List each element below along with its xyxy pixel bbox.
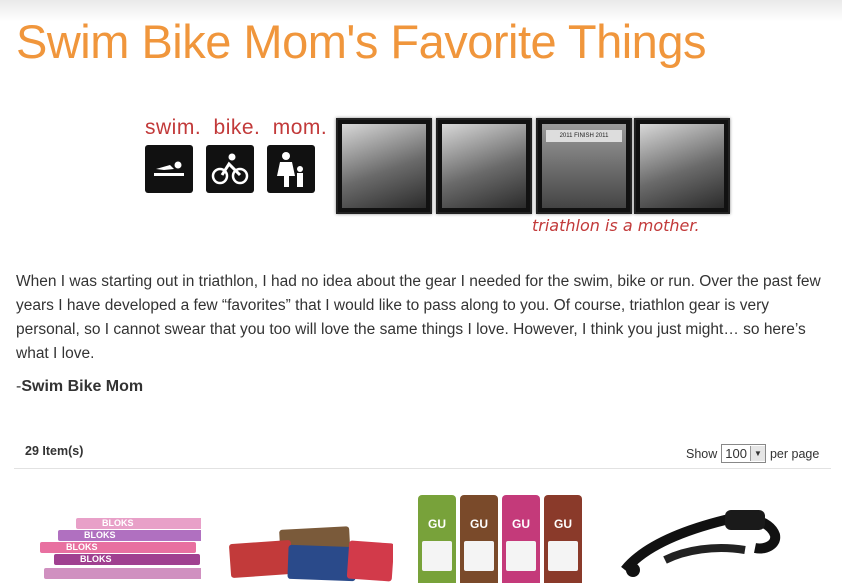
signature-name: Swim Bike Mom — [21, 378, 144, 395]
triathlon-run-photo — [336, 118, 432, 214]
waffle-pack — [228, 539, 294, 579]
swim-bike-mom-banner: swim. bike. mom. 2011 FINISH 2011 triath… — [140, 112, 740, 242]
family-photo — [634, 118, 730, 214]
bloks-bar: BLOKS — [76, 518, 201, 529]
gu-packet: GU — [544, 495, 582, 583]
gu-packet: GU — [502, 495, 540, 583]
bottle-cage-image — [621, 510, 781, 577]
intro-paragraph: When I was starting out in triathlon, I … — [16, 273, 821, 362]
item-count: 29 Item(s) — [25, 444, 84, 458]
chevron-down-icon[interactable]: ▼ — [749, 446, 765, 461]
product-bottle-cage[interactable] — [605, 490, 785, 583]
bloks-bar: BLOKS — [54, 554, 200, 565]
mother-child-icon — [267, 145, 315, 193]
swimmer-icon — [145, 145, 193, 193]
cyclist-icon — [206, 145, 254, 193]
bloks-bar: BLOKS — [40, 542, 196, 553]
signature: -Swim Bike Mom — [16, 378, 143, 396]
per-page-value: 100 — [725, 446, 747, 461]
banner-tagline: triathlon is a mother. — [532, 216, 700, 235]
bloks-bar — [44, 568, 201, 579]
gu-packet: GU — [418, 495, 456, 583]
finish-photo-finish-text: FINISH — [574, 133, 594, 139]
brand-words: swim. bike. mom. — [145, 116, 333, 140]
bloks-bar: BLOKS — [58, 530, 201, 541]
waffle-pack — [346, 540, 393, 582]
finish-photo-year-right: 2011 — [595, 133, 609, 139]
brand-word-mom: mom. — [272, 116, 328, 139]
triathlon-finish-photo: 2011 FINISH 2011 — [536, 118, 632, 214]
show-label: Show — [686, 446, 718, 461]
page-title: Swim Bike Mom's Favorite Things — [16, 15, 706, 68]
product-gu-energy-gel[interactable]: GU GU GU GU — [418, 490, 583, 583]
product-honey-stinger-waffles[interactable] — [228, 490, 393, 583]
per-page-control: Show 100 ▼ per page — [686, 444, 819, 463]
triathlon-bike-photo — [436, 118, 532, 214]
gu-packet: GU — [460, 495, 498, 583]
toolbar-divider — [14, 468, 831, 469]
per-page-label: per page — [769, 446, 820, 461]
finish-photo-year-left: 2011 — [559, 133, 573, 139]
brand-word-bike: bike. — [213, 116, 261, 139]
per-page-select[interactable]: 100 ▼ — [721, 444, 766, 463]
brand-word-swim: swim. — [145, 116, 202, 139]
product-clif-bloks[interactable]: BLOKS BLOKS BLOKS BLOKS — [36, 490, 201, 583]
